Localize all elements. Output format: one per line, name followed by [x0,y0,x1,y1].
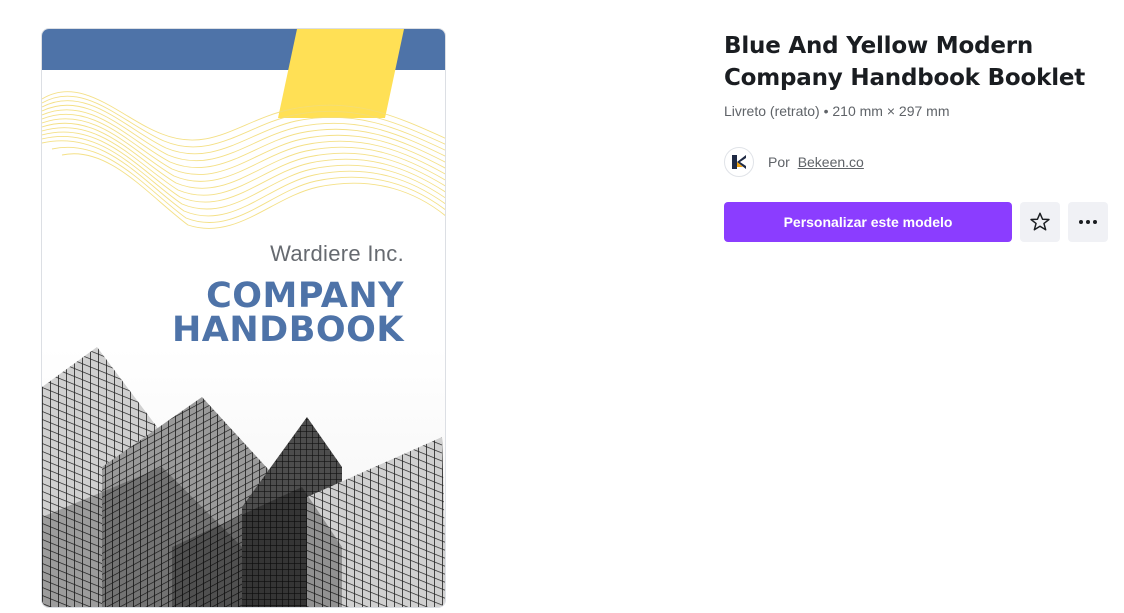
author-prefix: Por [768,154,790,170]
company-name: Wardiere Inc. [270,241,404,266]
bekeen-logo-icon [732,155,746,169]
more-options-button[interactable] [1068,202,1108,242]
favorite-button[interactable] [1020,202,1060,242]
template-meta: Livreto (retrato) • 210 mm × 297 mm [724,103,950,119]
headline-line-1: COMPANY [206,276,404,316]
customize-template-button[interactable]: Personalizar este modelo [724,202,1012,242]
author-byline: Por Bekeen.co [768,154,864,170]
star-outline-icon [1030,212,1050,231]
author-avatar[interactable] [724,147,754,177]
wave-lines-decoration [42,91,445,229]
author-row: Por Bekeen.co [724,146,864,178]
more-horizontal-icon [1079,220,1097,224]
headline: COMPANY HANDBOOK [171,276,404,350]
headline-line-2: HANDBOOK [171,310,404,350]
building-photo [42,347,445,607]
template-title: Blue And Yellow Modern Company Handbook … [724,33,1086,91]
author-link[interactable]: Bekeen.co [798,154,864,170]
template-preview[interactable]: Wardiere Inc. COMPANY HANDBOOK [41,28,446,608]
